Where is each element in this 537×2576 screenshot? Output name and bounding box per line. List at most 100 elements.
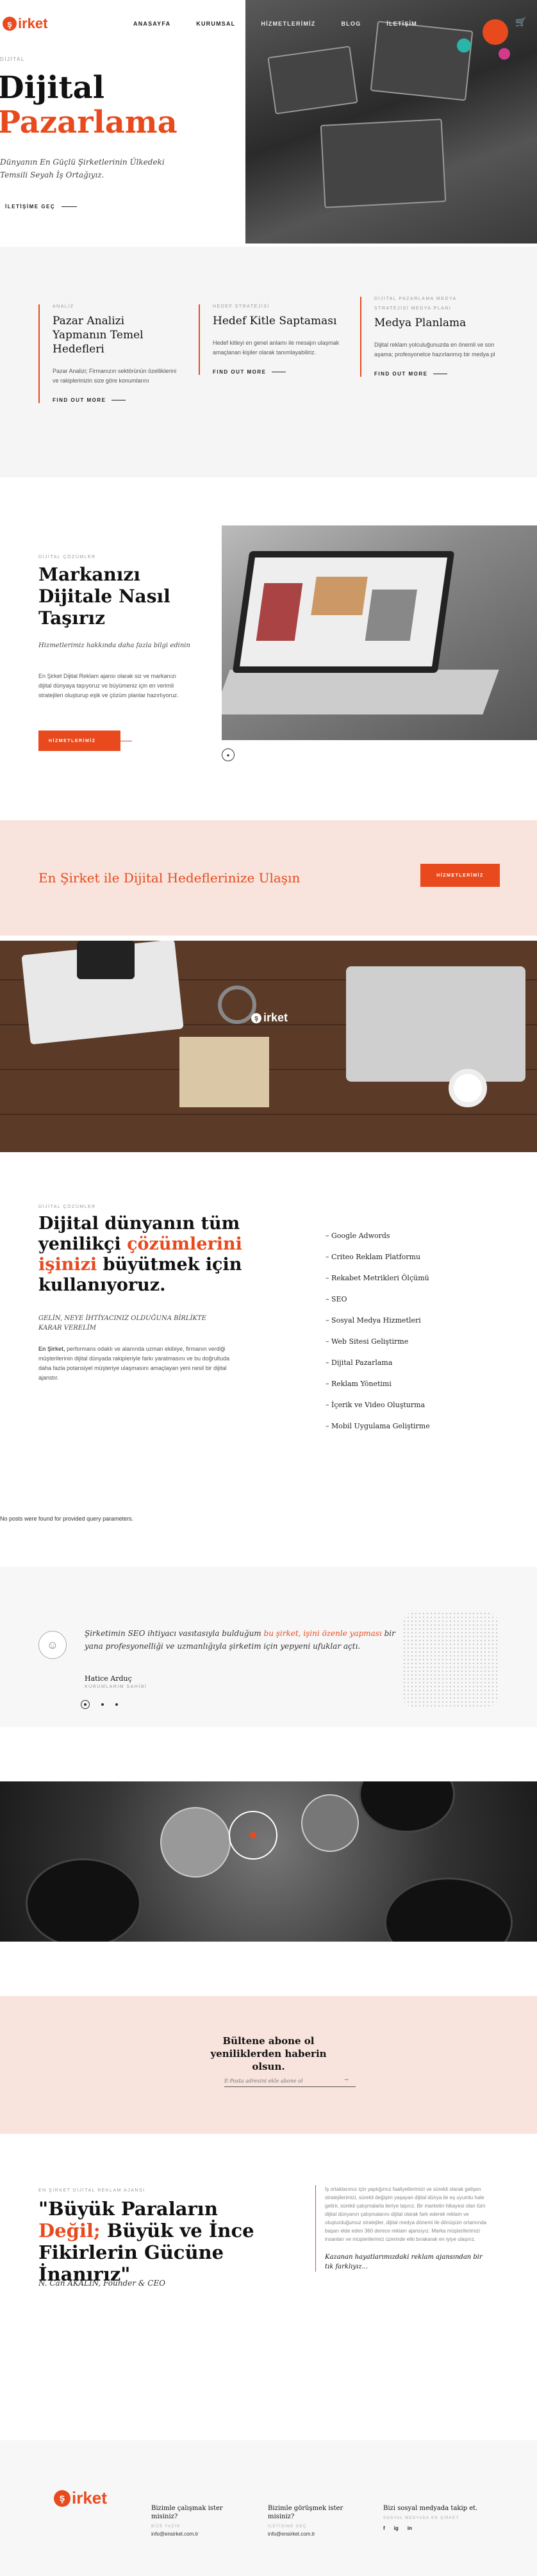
desk-watermark-logo: ş irket xyxy=(251,1011,288,1025)
logo-word: irket xyxy=(72,2488,107,2507)
email-field[interactable] xyxy=(224,2076,356,2087)
list-item[interactable]: – Sosyal Medya Hizmetleri xyxy=(326,1310,430,1331)
list-item[interactable]: – Mobil Uygulama Geliştirme xyxy=(326,1416,430,1437)
quote-title-part: "Büyük Paraların xyxy=(38,2198,218,2220)
list-item[interactable]: – Criteo Reklam Platformu xyxy=(326,1246,430,1267)
footer-subheading: BİZE YAZIN xyxy=(151,2525,181,2529)
services-list: – Google Adwords – Criteo Reklam Platfor… xyxy=(326,1225,430,1437)
quote-eyebrow: EN ŞİRKET DİJİTAL REKLAM AJANSI xyxy=(38,2188,145,2193)
digital-text-bold: En Şirket, xyxy=(38,1346,65,1352)
quote-author: N. Can AKALIN, Founder & CEO xyxy=(38,2279,166,2288)
desk-image: ş irket xyxy=(0,941,537,1152)
footer-heading: Bizi sosyal medyada takip et. xyxy=(383,2505,478,2512)
site-footer: ş irket Bizimle çalışmak ister misiniz? … xyxy=(0,2440,537,2576)
footer-heading: Bizimle çalışmak ister misiniz? xyxy=(151,2505,223,2520)
services-section: ANALİZ Pazar Analizi Yapmanın Temel Hede… xyxy=(0,247,537,477)
nav-item-home[interactable]: ANASAYFA xyxy=(133,21,170,27)
site-header: ş irket ANASAYFA KURUMSAL HİZMETLERİMİZ … xyxy=(0,0,537,58)
slider-play-icon[interactable]: ● xyxy=(222,748,235,761)
hero-title: Dijital Pazarlama xyxy=(0,70,178,140)
logo-word: irket xyxy=(18,15,48,31)
testimonial-pager xyxy=(81,1700,118,1709)
quote-title-accent: Değil; xyxy=(38,2220,101,2242)
nav-item-corporate[interactable]: KURUMSAL xyxy=(196,21,235,27)
nav-item-blog[interactable]: BLOG xyxy=(341,21,361,27)
cta-text: En Şirket ile Dijital Hedeflerinize Ulaş… xyxy=(38,870,301,886)
service-title: Hedef Kitle Saptaması xyxy=(213,315,337,327)
services-button[interactable]: HİZMETLERİMİZ xyxy=(38,731,132,751)
service-text: Pazar Analizi; Firmanızın sektörünün öze… xyxy=(53,368,177,384)
digital-text: En Şirket, performans odaklı ve alanında… xyxy=(38,1344,244,1383)
footer-heading: Bizimle görüşmek ister misiniz? xyxy=(268,2505,343,2520)
nav-item-services[interactable]: HİZMETLERİMİZ xyxy=(261,21,315,27)
facebook-icon[interactable]: f xyxy=(383,2525,385,2531)
instagram-icon[interactable]: ig xyxy=(394,2525,399,2531)
hero-title-line2: Pazarlama xyxy=(0,104,178,140)
arrow-line-icon xyxy=(62,206,78,207)
footer-subheading: İLETİŞİME GEÇ xyxy=(268,2525,307,2529)
service-tag: ANALİZ xyxy=(53,304,74,309)
nav-item-contact[interactable]: İLETİŞİM xyxy=(386,21,417,27)
find-out-more-link[interactable]: FIND OUT MORE xyxy=(53,397,179,403)
magnifier-object xyxy=(218,986,256,1024)
no-posts-message: No posts were found for provided query p… xyxy=(0,1515,134,1522)
logo-mark: ş xyxy=(3,17,17,31)
site-logo[interactable]: ş irket xyxy=(3,15,47,32)
quote-aside-emphasis: Kazanan hayatlarımızdaki reklam ajansınd… xyxy=(325,2254,483,2270)
food-image xyxy=(0,1781,537,1942)
contact-button[interactable]: İLETİŞİME GEÇ xyxy=(5,204,78,210)
quote-aside: İş ortaklarımız için yaptığımız faaliyet… xyxy=(315,2185,490,2272)
cta-services-button[interactable]: HİZMETLERİMİZ xyxy=(420,864,500,887)
newsletter-title: Bültene abone ol yeniliklerden haberin o… xyxy=(0,2035,537,2073)
list-item[interactable]: – SEO xyxy=(326,1289,430,1310)
footer-subheading: SOSYAL MEDYADA EN ŞİRKET xyxy=(383,2516,459,2520)
pager-dot[interactable] xyxy=(115,1703,118,1706)
footer-column-social: Bizi sosyal medyada takip et. SOSYAL MED… xyxy=(383,2504,486,2531)
list-item[interactable]: – Web Sitesi Geliştirme xyxy=(326,1331,430,1352)
footer-logo[interactable]: ş irket xyxy=(54,2488,107,2508)
find-out-more-link[interactable]: FIND OUT MORE xyxy=(374,371,501,377)
testimonial-quote: Şirketimin SEO ihtiyacı vasıtasıyla buld… xyxy=(85,1627,405,1653)
newsletter-title-text: Bültene abone ol yeniliklerden haberin o… xyxy=(210,2035,327,2072)
quote-title: "Büyük Paraların Değil; Büyük ve İnce Fi… xyxy=(38,2198,282,2285)
footer-email-link[interactable]: info@ensirket.com.tr xyxy=(268,2531,351,2537)
service-title: Medya Planlama xyxy=(374,317,467,329)
pager-dot-active[interactable] xyxy=(81,1700,90,1709)
linkedin-icon[interactable]: in xyxy=(408,2525,412,2531)
list-item[interactable]: – İçerik ve Video Oluşturma xyxy=(326,1394,430,1416)
pager-dot[interactable] xyxy=(101,1703,104,1706)
quote-aside-text: İş ortaklarımız için yaptığımız faaliyet… xyxy=(325,2186,487,2242)
service-text: Hedef kitleyi en genel anlamı ile mesajı… xyxy=(213,340,340,356)
quote-accent: bu şirket, işini özenle yapması xyxy=(263,1629,382,1638)
footer-email-link[interactable]: info@ensirket.com.tr xyxy=(151,2531,235,2537)
avatar: ☺ xyxy=(38,1631,67,1659)
service-text: Dijital reklam yolculuğunuzda en önemli … xyxy=(374,342,495,358)
list-item[interactable]: – Reklam Yönetimi xyxy=(326,1373,430,1394)
find-out-more-link[interactable]: FIND OUT MORE xyxy=(213,369,340,375)
service-tag-secondary: STRATEJİSİ MEDYA PLANI xyxy=(374,306,452,311)
list-item[interactable]: – Google Adwords xyxy=(326,1225,430,1246)
phone-object xyxy=(77,941,135,979)
digital-text-body: performans odaklı ve alanında uzman ekib… xyxy=(38,1346,230,1381)
main-nav: ANASAYFA KURUMSAL HİZMETLERİMİZ BLOG İLE… xyxy=(133,21,417,27)
list-item[interactable]: – Rekabet Metrikleri Ölçümü xyxy=(326,1267,430,1289)
testimonial-section: ☺ Şirketimin SEO ihtiyacı vasıtasıyla bu… xyxy=(0,1567,537,1727)
find-out-more-label: FIND OUT MORE xyxy=(374,371,428,377)
logo-mark: ş xyxy=(251,1012,261,1023)
newsletter-section: Bültene abone ol yeniliklerden haberin o… xyxy=(0,1996,537,2134)
digital-title: Dijital dünyanın tüm yenilikçi çözümleri… xyxy=(38,1214,250,1296)
cta-band: En Şirket ile Dijital Hedeflerinize Ulaş… xyxy=(0,820,537,936)
service-tag: DİJİTAL PAZARLAMA MEDYA xyxy=(374,297,457,301)
brand-eyebrow: DİJİTAL ÇÖZÜMLER xyxy=(38,555,96,559)
services-button-label: HİZMETLERİMİZ xyxy=(49,738,96,743)
hero-title-line1: Dijital xyxy=(0,70,104,106)
digital-caps: GELİN, NEYE İHTİYACINIZ OLDUĞUNA BİRLİKT… xyxy=(38,1315,206,1332)
list-item[interactable]: – Dijital Pazarlama xyxy=(326,1352,430,1373)
service-card: HEDEF STRATEJİSİ Hedef Kitle Saptaması H… xyxy=(199,304,340,375)
service-card: ANALİZ Pazar Analizi Yapmanın Temel Hede… xyxy=(38,304,179,403)
cart-icon[interactable]: 🛒 xyxy=(515,17,526,28)
submit-arrow-icon[interactable]: → xyxy=(343,2076,349,2083)
testimonial-role: KURUMLARIM SAHİBİ xyxy=(85,1685,147,1689)
logo-word: irket xyxy=(263,1011,288,1024)
hero-subtitle: Dünyanın En Güçlü Şirketlerinin Ülkedeki… xyxy=(0,158,165,179)
